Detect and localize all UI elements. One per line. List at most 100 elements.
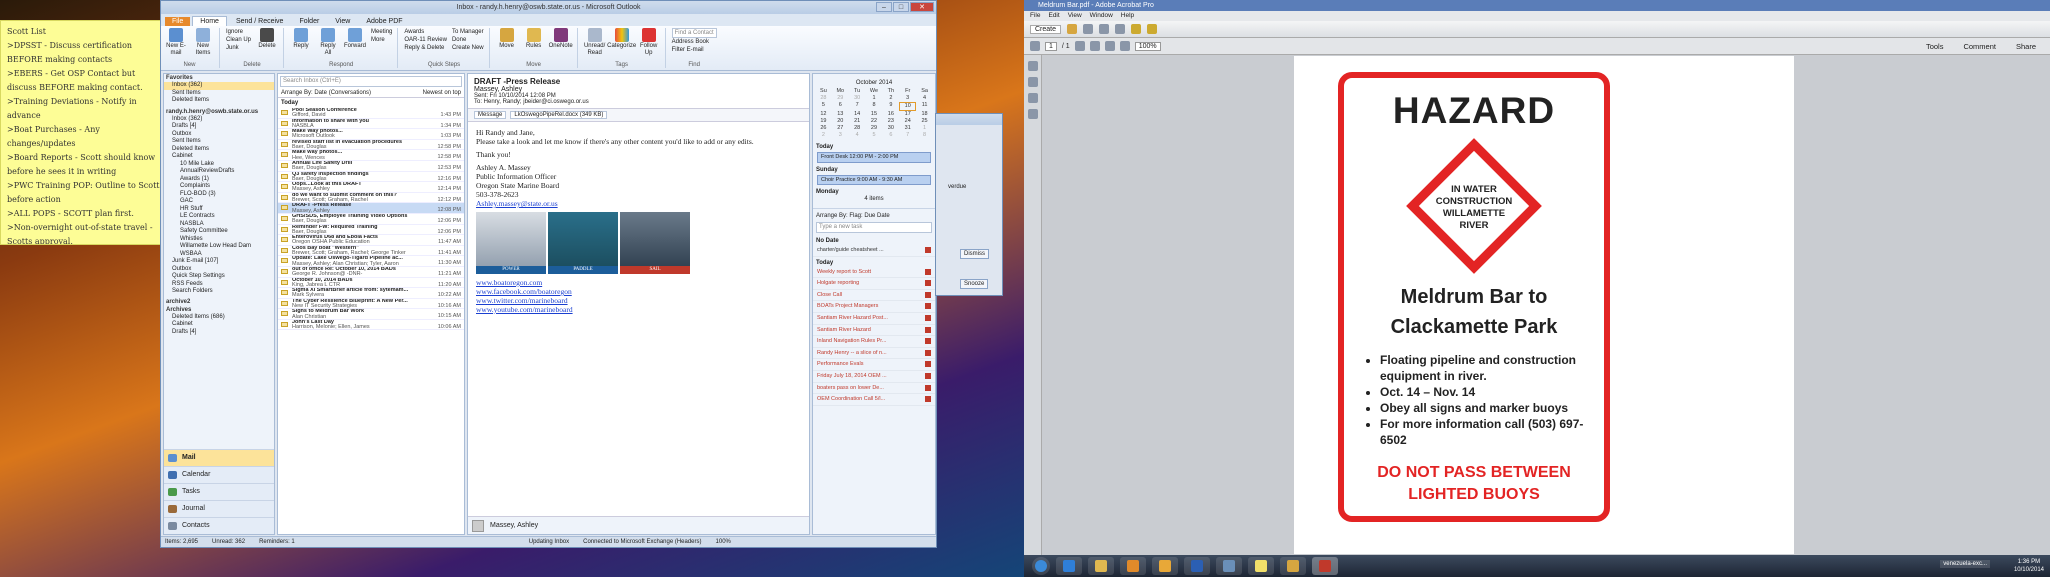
- nav-folder[interactable]: Awards (1): [164, 176, 274, 184]
- search-input[interactable]: Search Inbox (Ctrl+E): [280, 76, 462, 87]
- new-email-button[interactable]: New E-mail: [165, 28, 187, 57]
- filter-email-button[interactable]: Filter E-mail: [672, 46, 717, 54]
- calendar-day[interactable]: 6: [832, 102, 849, 111]
- nav-folder[interactable]: RSS Feeds: [164, 281, 274, 289]
- calendar-day[interactable]: 5: [866, 132, 883, 139]
- comment-icon[interactable]: [1131, 24, 1142, 34]
- menu-file[interactable]: File: [1030, 11, 1040, 21]
- more-button[interactable]: More: [371, 36, 392, 44]
- web-link[interactable]: www.twitter.com/marineboard: [476, 296, 801, 305]
- page-number-input[interactable]: 1: [1045, 41, 1057, 51]
- mail-item[interactable]: Sigma XI SmartBrief article from: sytema…: [278, 288, 464, 299]
- calendar-day[interactable]: 15: [866, 111, 883, 118]
- start-button[interactable]: [1032, 557, 1050, 575]
- message-sender[interactable]: Massey, Ashley: [474, 86, 803, 93]
- appointment[interactable]: Front Desk 12:00 PM - 2:00 PM: [817, 152, 931, 163]
- tab-file[interactable]: File: [165, 17, 191, 26]
- appointment[interactable]: Choir Practice 9:00 AM - 9:30 AM: [817, 174, 931, 185]
- nav-folder[interactable]: Deleted Items (686): [164, 314, 274, 322]
- menu-help[interactable]: Help: [1121, 11, 1134, 21]
- nav-folder[interactable]: Archives: [164, 306, 274, 314]
- mail-item[interactable]: DRAFT -Press Release Massey, Ashley 12:08 …: [278, 203, 464, 214]
- calendar-day[interactable]: 28: [849, 125, 866, 132]
- select-tool-icon[interactable]: [1074, 41, 1085, 51]
- flag-icon[interactable]: [925, 291, 931, 298]
- date-navigator[interactable]: October 2014 Su Mo Tu We Th Fr Sa 28 29 30 1 2 3 4 5 6 7…: [813, 74, 935, 141]
- quickstep-awards[interactable]: Awards: [404, 28, 447, 36]
- nav-folder[interactable]: Cabinet: [164, 321, 274, 329]
- mail-item[interactable]: Update: Lake Oswego-Tigard Pipeline ac..…: [278, 256, 464, 267]
- web-link[interactable]: www.youtube.com/marineboard: [476, 305, 801, 314]
- reply-all-button[interactable]: Reply All: [317, 28, 339, 57]
- taskbar-outlook[interactable]: [1152, 557, 1178, 575]
- calendar-day[interactable]: 9: [882, 102, 899, 111]
- onenote-button[interactable]: OneNote: [549, 28, 573, 50]
- web-link[interactable]: www.facebook.com/boatoregon: [476, 287, 801, 296]
- mail-item[interactable]: The Cyber Resilience Blueprint: A New Pe…: [278, 299, 464, 310]
- flag-icon[interactable]: [925, 338, 931, 345]
- favorites-header[interactable]: Favorites: [164, 74, 274, 82]
- calendar-day[interactable]: 4: [916, 95, 933, 102]
- mail-item[interactable]: GHS/SDS, Employee Training Video Options…: [278, 214, 464, 225]
- open-icon[interactable]: [1067, 24, 1078, 34]
- mail-item[interactable]: out of office Re: October 10, 2014 BADs G…: [278, 267, 464, 278]
- calendar-day[interactable]: 19: [815, 118, 832, 125]
- nav-folder[interactable]: Drafts [4]: [164, 123, 274, 131]
- nav-folder[interactable]: NASBLA: [164, 221, 274, 229]
- mail-item[interactable]: Enterovirus D68 and Ebola Facts Oregon OS…: [278, 235, 464, 246]
- mail-item[interactable]: Make way photos... Hee, Wences 12:58 PM: [278, 150, 464, 161]
- message-tab[interactable]: Message: [474, 111, 507, 119]
- nav-folder[interactable]: Outbox: [164, 131, 274, 139]
- nav-folder[interactable]: Deleted Items: [164, 97, 274, 105]
- calendar-day[interactable]: 2: [882, 95, 899, 102]
- clock[interactable]: 1:36 PM 10/10/2014: [2014, 558, 2044, 574]
- ignore-button[interactable]: Ignore: [226, 28, 251, 36]
- calendar-day[interactable]: 4: [849, 132, 866, 139]
- sort-order[interactable]: Newest on top: [423, 90, 461, 96]
- people-pane[interactable]: Massey, Ashley: [468, 516, 809, 534]
- reminder-titlebar[interactable]: [936, 114, 1002, 125]
- calendar-day[interactable]: 11: [916, 102, 933, 111]
- address-book-button[interactable]: Address Book: [672, 38, 717, 46]
- nav-folder[interactable]: Inbox (362): [164, 82, 274, 90]
- flag-icon[interactable]: [925, 396, 931, 403]
- forward-button[interactable]: Forward: [344, 28, 366, 57]
- tab-send-receive[interactable]: Send / Receive: [229, 17, 290, 26]
- calendar-day[interactable]: 13: [832, 111, 849, 118]
- today-task-header[interactable]: Today: [813, 257, 935, 267]
- calendar-day[interactable]: 3: [832, 132, 849, 139]
- calendar-day[interactable]: 3: [899, 95, 916, 102]
- task-item[interactable]: Holgate reporting: [813, 278, 935, 290]
- attachment-file[interactable]: LkOswegoPipeRel.docx (349 KB): [510, 111, 608, 119]
- save-icon[interactable]: [1083, 24, 1094, 34]
- calendar-day[interactable]: 16: [882, 111, 899, 118]
- calendar-day[interactable]: 20: [832, 118, 849, 125]
- unread-read-button[interactable]: Unread/ Read: [584, 28, 606, 57]
- task-item[interactable]: charter/guide cheatsheet ...: [813, 245, 935, 257]
- no-date-header[interactable]: No Date: [813, 235, 935, 245]
- pages-icon[interactable]: [1028, 61, 1038, 71]
- zoom-input[interactable]: 100%: [1134, 41, 1161, 51]
- quickstep-create-new[interactable]: Create New: [452, 44, 484, 52]
- close-button[interactable]: ✕: [910, 2, 934, 12]
- nav-folder[interactable]: Safety Committee: [164, 228, 274, 236]
- mail-item[interactable]: Reminder FW: Required Training Baer, Doug…: [278, 225, 464, 236]
- nav-folder[interactable]: Search Folders: [164, 288, 274, 296]
- calendar-day[interactable]: 10: [899, 102, 917, 111]
- nav-calendar-button[interactable]: Calendar: [164, 466, 274, 483]
- nav-folder[interactable]: Whistles: [164, 236, 274, 244]
- web-link[interactable]: www.boatoregon.com: [476, 278, 801, 287]
- menu-view[interactable]: View: [1068, 11, 1082, 21]
- task-arrange[interactable]: Arrange By: Flag: Due Date: [813, 208, 935, 220]
- move-button[interactable]: Move: [496, 28, 518, 50]
- calendar-day[interactable]: 7: [899, 132, 916, 139]
- mail-item[interactable]: October 10, 2014 BADs King, Jabrea L CTR 1…: [278, 278, 464, 289]
- nav-folder[interactable]: Willamette Low Head Dam: [164, 243, 274, 251]
- calendar-day[interactable]: 28: [815, 95, 832, 102]
- signatures-icon[interactable]: [1028, 109, 1038, 119]
- calendar-day[interactable]: 7: [849, 102, 866, 111]
- share-link[interactable]: Share: [2016, 42, 2036, 51]
- tools-link[interactable]: Tools: [1926, 42, 1944, 51]
- flag-icon[interactable]: [925, 303, 931, 310]
- calendar-day[interactable]: 30: [882, 125, 899, 132]
